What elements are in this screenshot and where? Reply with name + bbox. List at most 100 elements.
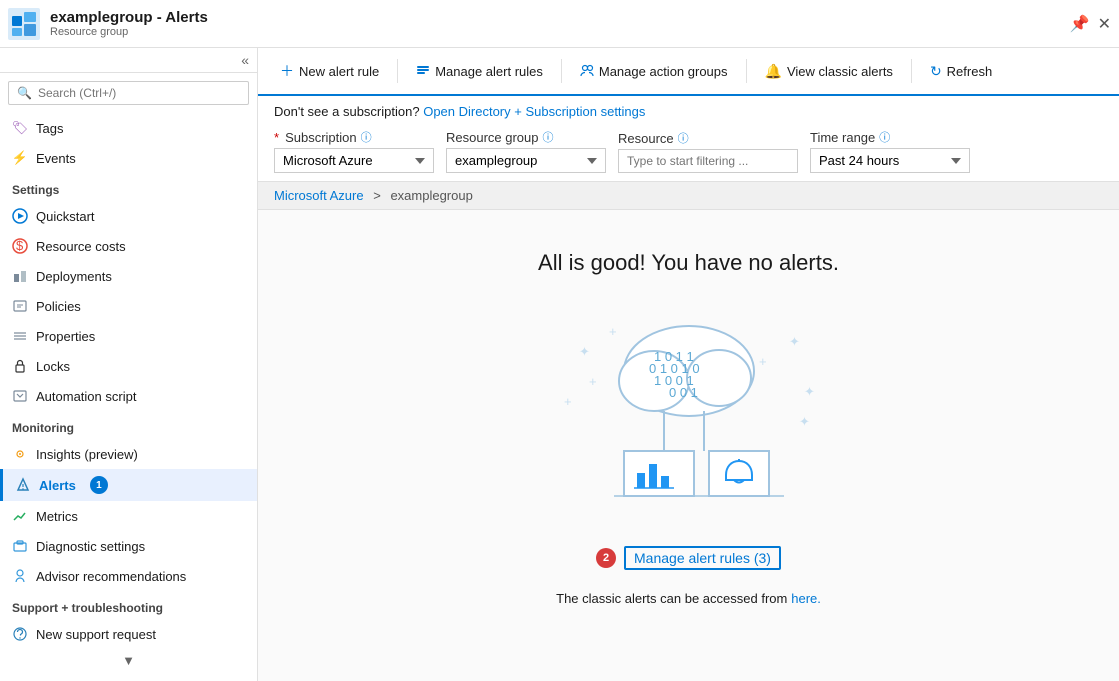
classic-alerts-text: The classic alerts can be accessed from … <box>556 590 821 606</box>
sidebar-item-tags[interactable]: 🏷 Tags <box>0 113 257 143</box>
window-title: examplegroup - Alerts <box>50 9 208 26</box>
sidebar-item-label: Automation script <box>36 389 136 404</box>
svg-text:+: + <box>759 354 767 369</box>
content-area: ＋ New alert rule Manage alert rules Mana… <box>258 48 1119 681</box>
sidebar-item-locks[interactable]: Locks <box>0 351 257 381</box>
manage-rules-icon <box>416 63 430 80</box>
manage-alert-rules-link[interactable]: Manage alert rules (3) <box>624 546 781 570</box>
new-alert-rule-button[interactable]: ＋ New alert rule <box>270 55 389 87</box>
plus-icon: ＋ <box>280 61 294 81</box>
sidebar-item-label: Properties <box>36 329 95 344</box>
filter-row: * Subscription ⓘ Microsoft Azure Resourc… <box>274 129 1103 173</box>
sidebar-item-insights[interactable]: Insights (preview) <box>0 439 257 469</box>
sidebar-item-label: Metrics <box>36 509 78 524</box>
sidebar-item-metrics[interactable]: Metrics <box>0 501 257 531</box>
sidebar-item-support[interactable]: New support request <box>0 619 257 649</box>
subscription-info-icon[interactable]: ⓘ <box>361 129 372 145</box>
sidebar-search-input[interactable] <box>38 86 240 100</box>
close-icon[interactable]: ✕ <box>1098 14 1111 34</box>
svg-text:0 0 1: 0 0 1 <box>669 385 698 400</box>
filter-notice: Don't see a subscription? Open Directory… <box>274 104 1103 119</box>
sidebar-item-label: Policies <box>36 299 81 314</box>
support-section-header: Support + troubleshooting <box>0 591 257 619</box>
subscription-filter: * Subscription ⓘ Microsoft Azure <box>274 129 434 173</box>
automation-icon <box>12 388 28 404</box>
svg-text:✦: ✦ <box>579 344 590 359</box>
manage-link-row: 2 Manage alert rules (3) <box>596 546 781 570</box>
sidebar-item-events[interactable]: ⚡ Events <box>0 143 257 173</box>
subscription-label: * Subscription ⓘ <box>274 129 434 145</box>
resource-group-label: Resource group ⓘ <box>446 129 606 145</box>
resource-group-filter: Resource group ⓘ examplegroup <box>446 129 606 173</box>
new-alert-rule-label: New alert rule <box>299 64 379 79</box>
sidebar-item-deployments[interactable]: Deployments <box>0 261 257 291</box>
settings-section-header: Settings <box>0 173 257 201</box>
resource-filter: Resource ⓘ <box>618 130 798 173</box>
resource-group-select[interactable]: examplegroup <box>446 148 606 173</box>
svg-text:+: + <box>564 394 572 409</box>
sidebar-item-properties[interactable]: Properties <box>0 321 257 351</box>
manage-alert-rules-label: Manage alert rules <box>435 64 543 79</box>
manage-alert-rules-button[interactable]: Manage alert rules <box>406 57 553 86</box>
properties-icon <box>12 328 28 344</box>
toolbar-divider <box>397 59 398 83</box>
sidebar-item-diagnostic[interactable]: Diagnostic settings <box>0 531 257 561</box>
toolbar-divider-3 <box>746 59 747 83</box>
time-range-select[interactable]: Past 24 hours <box>810 148 970 173</box>
manage-link-badge: 2 <box>596 548 616 568</box>
breadcrumb-current: examplegroup <box>390 188 472 203</box>
sidebar-item-label: Tags <box>36 121 63 136</box>
toolbar-divider-2 <box>561 59 562 83</box>
toolbar: ＋ New alert rule Manage alert rules Mana… <box>258 48 1119 96</box>
time-range-filter: Time range ⓘ Past 24 hours <box>810 129 970 173</box>
illustration-svg: ✦ ✦ ✦ + + + ✦ + 1 0 1 1 0 1 0 1 <box>549 306 829 506</box>
sidebar-item-label: Advisor recommendations <box>36 569 186 584</box>
svg-text:+: + <box>589 374 597 389</box>
view-classic-alerts-button[interactable]: 🔔 View classic alerts <box>755 57 903 86</box>
sidebar-item-label: Quickstart <box>36 209 95 224</box>
svg-text:+: + <box>609 324 617 339</box>
time-range-info-icon[interactable]: ⓘ <box>879 129 890 145</box>
refresh-label: Refresh <box>947 64 993 79</box>
no-alerts-illustration: ✦ ✦ ✦ + + + ✦ + 1 0 1 1 0 1 0 1 <box>549 306 829 526</box>
sidebar-item-advisor[interactable]: Advisor recommendations <box>0 561 257 591</box>
subscription-select[interactable]: Microsoft Azure <box>274 148 434 173</box>
insights-icon <box>12 446 28 462</box>
tag-icon: 🏷 <box>12 120 28 136</box>
sidebar-item-alerts[interactable]: Alerts 1 <box>0 469 257 501</box>
refresh-button[interactable]: ↻ Refresh <box>920 57 1002 86</box>
resource-input[interactable] <box>618 149 798 173</box>
search-icon: 🔍 <box>17 86 32 100</box>
sidebar: « 🔍 🏷 Tags ⚡ Events Settings Quickstart … <box>0 48 258 681</box>
svg-text:$: $ <box>16 238 24 253</box>
view-classic-alerts-label: View classic alerts <box>787 64 893 79</box>
diagnostic-icon <box>12 538 28 554</box>
monitoring-section-header: Monitoring <box>0 411 257 439</box>
resource-label: Resource ⓘ <box>618 130 798 146</box>
sidebar-item-automation[interactable]: Automation script <box>0 381 257 411</box>
manage-action-groups-label: Manage action groups <box>599 64 728 79</box>
sidebar-item-label: Locks <box>36 359 70 374</box>
manage-action-groups-button[interactable]: Manage action groups <box>570 57 738 86</box>
window-subtitle: Resource group <box>50 26 208 38</box>
advisor-icon <box>12 568 28 584</box>
filter-bar: Don't see a subscription? Open Directory… <box>258 96 1119 182</box>
open-directory-link[interactable]: Open Directory + Subscription settings <box>423 104 645 119</box>
sidebar-item-label: Events <box>36 151 76 166</box>
breadcrumb-parent[interactable]: Microsoft Azure <box>274 188 364 203</box>
sidebar-scroll-down[interactable]: ▼ <box>0 649 257 672</box>
titlebar: examplegroup - Alerts Resource group 📌 ✕ <box>0 0 1119 48</box>
sidebar-item-policies[interactable]: Policies <box>0 291 257 321</box>
sidebar-item-quickstart[interactable]: Quickstart <box>0 201 257 231</box>
sidebar-item-resource-costs[interactable]: $ Resource costs <box>0 231 257 261</box>
main-content: All is good! You have no alerts. ✦ ✦ ✦ +… <box>258 210 1119 681</box>
refresh-icon: ↻ <box>930 63 942 80</box>
resource-group-info-icon[interactable]: ⓘ <box>543 129 554 145</box>
pin-icon[interactable]: 📌 <box>1070 14 1090 34</box>
classic-alerts-link[interactable]: here. <box>791 591 821 606</box>
resource-info-icon[interactable]: ⓘ <box>678 130 689 146</box>
breadcrumb: Microsoft Azure > examplegroup <box>258 182 1119 210</box>
sidebar-item-label: Insights (preview) <box>36 447 138 462</box>
sidebar-collapse-btn[interactable]: « <box>241 52 249 68</box>
sidebar-item-label: Alerts <box>39 478 76 493</box>
